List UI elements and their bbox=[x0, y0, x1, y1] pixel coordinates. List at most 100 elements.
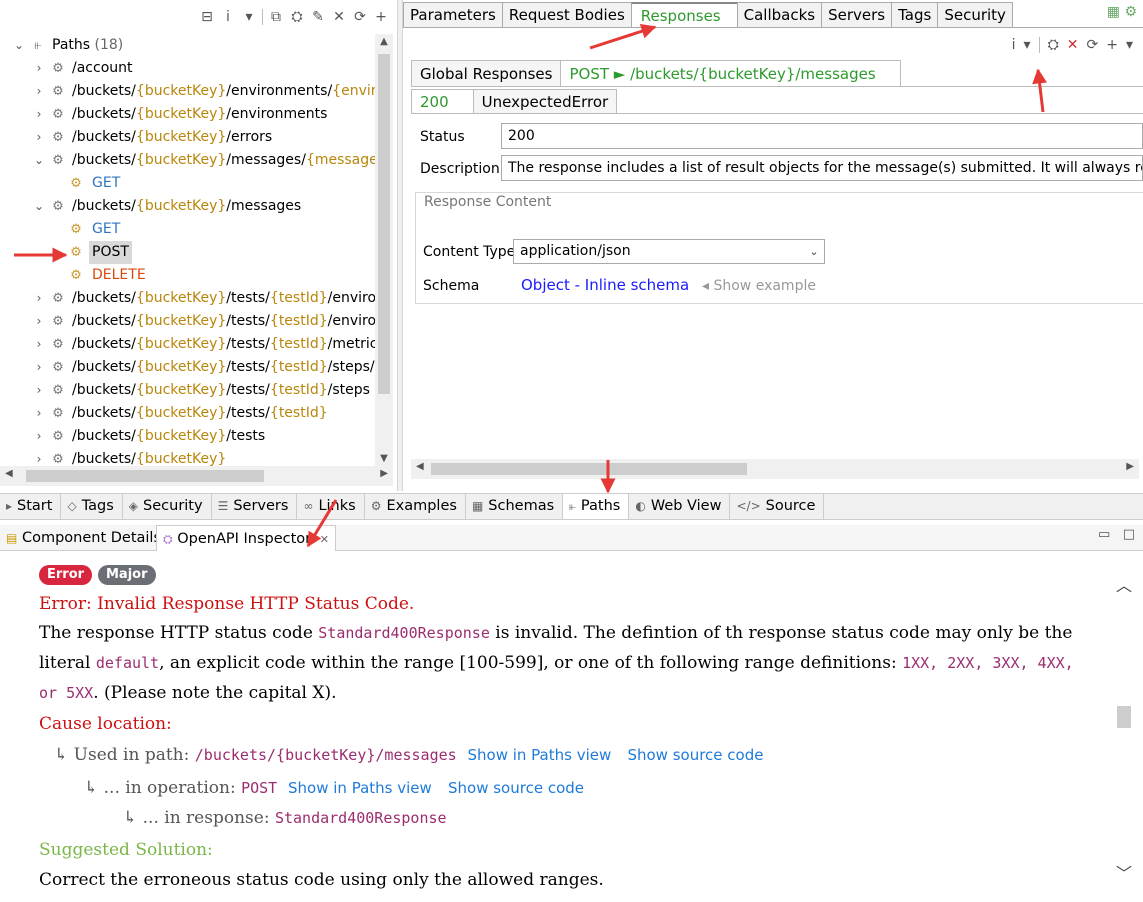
delete-icon[interactable]: ✕ bbox=[1067, 37, 1079, 53]
view-tab-label: Tags bbox=[81, 498, 114, 514]
tab-global-responses[interactable]: Global Responses bbox=[411, 60, 562, 86]
chevron-down-icon[interactable]: ▾ bbox=[1024, 37, 1031, 53]
tab-operation-responses[interactable]: POST ► /buckets/{bucketKey}/messages bbox=[560, 60, 901, 86]
tab-response-unexpectederror[interactable]: UnexpectedError bbox=[472, 89, 618, 113]
tree-vertical-scrollbar[interactable]: ▲ ▼ bbox=[375, 34, 393, 466]
chevron-right-icon[interactable]: › bbox=[32, 287, 46, 310]
view-tab-servers[interactable]: ☰ Servers bbox=[212, 494, 298, 519]
view-tab-paths[interactable]: ⫦ Paths bbox=[563, 494, 630, 519]
tab-openapi-inspector[interactable]: ⛭ OpenAPI Inspector ✕ bbox=[156, 525, 336, 551]
tab-responses[interactable]: Responses bbox=[630, 2, 738, 28]
tree-item-label: /buckets/{bucketKey}/environments/{envir… bbox=[72, 80, 375, 103]
chevron-right-icon[interactable]: › bbox=[32, 333, 46, 356]
inspector-content: Error Major Error: Invalid Response HTTP… bbox=[0, 552, 1143, 902]
view-tab-links[interactable]: ∞ Links bbox=[297, 494, 365, 519]
chevron-down-icon[interactable]: ⌄ bbox=[32, 149, 46, 172]
detail-horizontal-scrollbar[interactable]: ◀ ▶ bbox=[411, 459, 1139, 479]
chevron-down-icon[interactable]: ▾ bbox=[241, 9, 257, 25]
chevron-right-icon[interactable]: › bbox=[32, 80, 46, 103]
response-value: Standard400Response bbox=[274, 809, 447, 827]
close-icon[interactable]: ✕ bbox=[320, 533, 329, 546]
description-input[interactable]: The response includes a list of result o… bbox=[501, 155, 1143, 181]
tab-callbacks[interactable]: Callbacks bbox=[736, 2, 823, 28]
edit-icon[interactable]: ✎ bbox=[310, 9, 326, 25]
chevron-right-icon[interactable]: › bbox=[32, 379, 46, 402]
view-tab-web-view[interactable]: ◐ Web View bbox=[629, 494, 731, 519]
view-tab-source[interactable]: </> Source bbox=[730, 494, 825, 519]
add-icon[interactable]: + bbox=[1106, 37, 1118, 53]
view-tab-security[interactable]: ◈ Security bbox=[123, 494, 212, 519]
scroll-thumb[interactable] bbox=[1117, 706, 1131, 728]
schemas-icon: ▦ bbox=[471, 499, 484, 513]
scroll-down-icon[interactable]: ▼ bbox=[375, 453, 393, 464]
info-icon[interactable]: i bbox=[1012, 37, 1016, 53]
scroll-left-icon[interactable]: ◀ bbox=[5, 468, 13, 479]
scroll-thumb[interactable] bbox=[378, 54, 390, 394]
minimize-icon[interactable]: ▭ bbox=[1098, 527, 1110, 542]
paths-tree-panel: ⊟ i ▾ ⧉ ⛭ ✎ ✕ ⟳ + ⌄ ⫦ Paths (18) › ⚙ /acco… bbox=[0, 0, 397, 491]
show-in-paths-link[interactable]: Show in Paths view bbox=[288, 779, 432, 797]
tab-security[interactable]: Security bbox=[937, 2, 1013, 28]
add-icon[interactable]: + bbox=[373, 9, 389, 25]
error-description-line-2: literal default, an explicit code within… bbox=[39, 653, 1074, 673]
tab-request-bodies[interactable]: Request Bodies bbox=[501, 2, 632, 28]
scroll-right-icon[interactable]: ▶ bbox=[1126, 461, 1134, 472]
scroll-left-icon[interactable]: ◀ bbox=[416, 461, 424, 472]
show-in-paths-link[interactable]: Show in Paths view bbox=[467, 746, 611, 764]
error-description-line-1: The response HTTP status code Standard40… bbox=[39, 623, 1072, 643]
inspector-icon[interactable]: ⛭ bbox=[1048, 37, 1059, 53]
info-icon[interactable]: i bbox=[220, 9, 236, 25]
show-source-link[interactable]: Show source code bbox=[627, 746, 763, 764]
path-segment: /buckets/ bbox=[72, 198, 136, 214]
scroll-up-icon[interactable]: ▲ bbox=[375, 36, 393, 47]
perspective-icon[interactable]: ▦ ⚙ bbox=[1107, 4, 1137, 20]
copy-icon[interactable]: ⧉ bbox=[268, 9, 284, 25]
chevron-right-icon[interactable]: › bbox=[32, 57, 46, 80]
maximize-icon[interactable]: □ bbox=[1123, 527, 1135, 542]
chevron-right-icon[interactable]: › bbox=[32, 103, 46, 126]
chevron-down-icon[interactable]: ⌄ bbox=[804, 240, 824, 263]
tree-item-label: /buckets/{bucketKey}/tests/{testId}/envi… bbox=[72, 287, 375, 310]
refresh-icon[interactable]: ⟳ bbox=[352, 9, 368, 25]
operation-icon: ⚙ bbox=[70, 268, 82, 283]
chevron-up-icon[interactable]: ︿ bbox=[1113, 572, 1135, 596]
tab-tags[interactable]: Tags bbox=[891, 2, 939, 28]
chevron-down-icon[interactable]: ⌄ bbox=[32, 195, 46, 218]
view-tab-start[interactable]: ▸ Start bbox=[0, 494, 62, 519]
tab-component-details[interactable]: ▤ Component Details bbox=[0, 525, 167, 551]
show-example-link[interactable]: ◂ Show example bbox=[702, 278, 816, 294]
show-source-link[interactable]: Show source code bbox=[448, 779, 584, 797]
view-tab-schemas[interactable]: ▦ Schemas bbox=[466, 494, 564, 519]
response-content-title: Response Content bbox=[421, 194, 555, 210]
scroll-thumb[interactable] bbox=[26, 470, 264, 482]
collapse-all-icon[interactable]: ⊟ bbox=[199, 9, 215, 25]
view-tab-label: Web View bbox=[650, 498, 722, 514]
chevron-right-icon[interactable]: › bbox=[32, 356, 46, 379]
view-tab-tags[interactable]: ◇ Tags bbox=[61, 494, 123, 519]
chevron-down-icon[interactable]: ⌄ bbox=[12, 34, 26, 57]
refresh-icon[interactable]: ⟳ bbox=[1087, 37, 1099, 53]
chevron-right-icon[interactable]: › bbox=[32, 425, 46, 448]
chevron-down-icon[interactable]: ﹀ bbox=[1113, 860, 1135, 884]
tree-horizontal-scrollbar[interactable]: ◀ ▶ bbox=[0, 466, 393, 486]
path-parameter: {bucketKey} bbox=[135, 152, 227, 168]
chevron-down-icon[interactable]: ▾ bbox=[1126, 37, 1133, 53]
path-icon: ⚙ bbox=[52, 406, 64, 421]
inspector-icon[interactable]: ⛭ bbox=[289, 9, 305, 25]
inspector-vertical-scrollbar[interactable]: ︿ ﹀ bbox=[1113, 564, 1135, 892]
delete-icon[interactable]: ✕ bbox=[331, 9, 347, 25]
tab-response-200[interactable]: 200 bbox=[411, 89, 474, 113]
schema-link[interactable]: Object - Inline schema bbox=[521, 276, 689, 294]
tab-servers[interactable]: Servers bbox=[821, 2, 893, 28]
scroll-thumb[interactable] bbox=[431, 463, 747, 475]
chevron-right-icon[interactable]: › bbox=[32, 402, 46, 425]
chevron-right-icon[interactable]: › bbox=[32, 310, 46, 333]
status-input[interactable]: 200 bbox=[501, 123, 1143, 149]
chevron-right-icon[interactable]: › bbox=[32, 448, 46, 466]
path-segment: /buckets/ bbox=[72, 382, 136, 398]
scroll-right-icon[interactable]: ▶ bbox=[380, 468, 388, 479]
content-type-select[interactable]: application/json ⌄ bbox=[513, 239, 825, 264]
view-tab-examples[interactable]: ⚙ Examples bbox=[365, 494, 466, 519]
tab-parameters[interactable]: Parameters bbox=[403, 2, 503, 28]
chevron-right-icon[interactable]: › bbox=[32, 126, 46, 149]
